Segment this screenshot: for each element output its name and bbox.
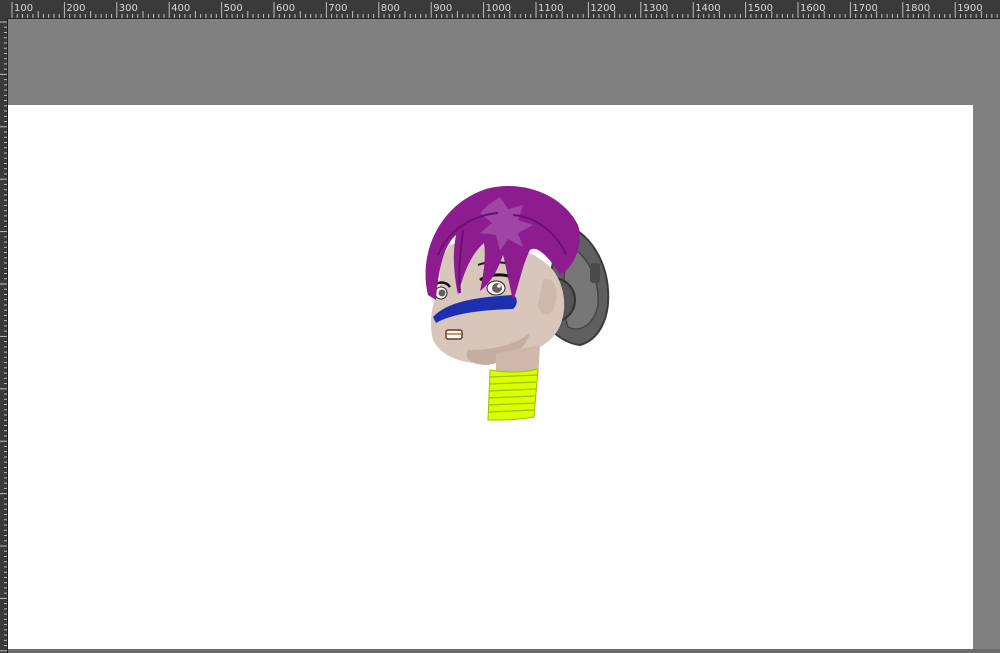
- horizontal-ruler-scale: 100 200 300 400 500 600 700 800 900 1000 1100 1200 1…: [11, 2, 998, 18]
- canvas-bottom-edge: [8, 649, 1000, 653]
- ruler-label: 1800: [905, 3, 930, 14]
- ruler-label: 500: [224, 3, 243, 14]
- ruler-label: 100: [14, 3, 33, 14]
- ruler-label: 1400: [695, 3, 720, 14]
- ruler-label: 1600: [800, 3, 825, 14]
- ruler-label: 1300: [643, 3, 668, 14]
- ruler-label: 1900: [957, 3, 982, 14]
- ruler-label: 1100: [538, 3, 563, 14]
- vertical-ruler[interactable]: [0, 18, 8, 653]
- ruler-label: 1500: [748, 3, 773, 14]
- ruler-label: 600: [276, 3, 295, 14]
- ruler-label: 1700: [852, 3, 877, 14]
- vertical-ruler-scale: [0, 21, 7, 652]
- ruler-label: 1200: [590, 3, 615, 14]
- ruler-label: 200: [66, 3, 85, 14]
- ruler-label: 900: [433, 3, 452, 14]
- ruler-label: 800: [381, 3, 400, 14]
- ruler-label: 700: [328, 3, 347, 14]
- horizontal-ruler[interactable]: 100 200 300 400 500 600 700 800 900 1000 1100 1200 1…: [0, 0, 1000, 19]
- document-canvas[interactable]: [8, 105, 973, 650]
- character-head-artwork: [425, 186, 610, 421]
- helmet-vent: [590, 263, 600, 283]
- ruler-label: 300: [119, 3, 138, 14]
- ruler-label: 400: [171, 3, 190, 14]
- ruler-label: 1000: [486, 3, 511, 14]
